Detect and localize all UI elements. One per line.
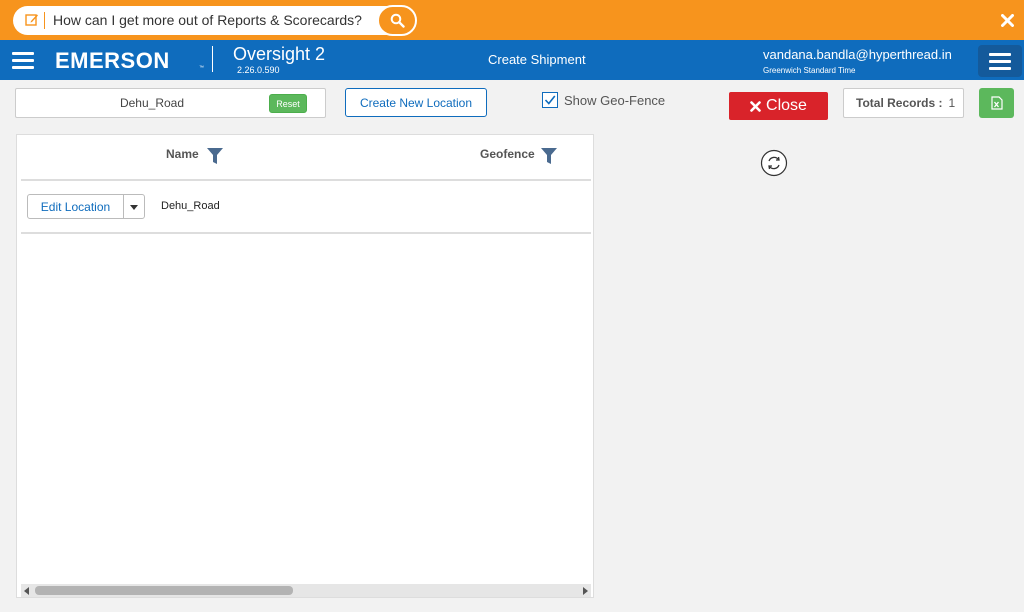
close-icon[interactable] — [1001, 14, 1014, 27]
total-records: Total Records : 1 — [843, 88, 964, 118]
refresh-icon[interactable] — [760, 149, 788, 177]
close-button-label: Close — [766, 97, 807, 114]
location-search-input[interactable]: Dehu_Road Reset — [15, 88, 326, 118]
column-header-name[interactable]: Name — [166, 147, 199, 161]
close-x-icon — [750, 100, 761, 112]
edit-location-label: Edit Location — [40, 200, 111, 214]
help-question[interactable]: How can I get more out of Reports & Scor… — [53, 12, 362, 28]
user-timezone: Greenwich Standard Time — [763, 66, 856, 75]
help-bar: How can I get more out of Reports & Scor… — [0, 0, 1024, 40]
help-separator — [44, 12, 45, 29]
search-icon — [390, 13, 405, 28]
app-version: 2.26.0.590 — [237, 65, 280, 75]
scrollbar-thumb[interactable] — [35, 586, 293, 595]
edit-icon — [25, 14, 38, 26]
show-geofence-checkbox[interactable] — [542, 92, 558, 108]
scroll-left-icon[interactable] — [24, 587, 29, 595]
split-divider — [123, 195, 124, 218]
help-search-button[interactable] — [377, 5, 417, 36]
edit-location-button[interactable]: Edit Location — [27, 194, 145, 219]
row-location-name: Dehu_Road — [161, 200, 220, 212]
help-search-box[interactable]: How can I get more out of Reports & Scor… — [13, 5, 417, 36]
app-header: EMERSON ™ Oversight 2 2.26.0.590 Create … — [0, 40, 1024, 80]
locations-grid: Name Geofence Edit Location Dehu_Road — [16, 134, 594, 598]
brand-logo: EMERSON — [55, 48, 170, 73]
export-excel-button[interactable] — [979, 88, 1014, 118]
filter-icon[interactable] — [207, 148, 223, 164]
header-divider — [212, 46, 213, 72]
user-email: vandana.bandla@hyperthread.in — [763, 47, 952, 62]
total-records-count: 1 — [948, 96, 956, 110]
page-title: Create Shipment — [488, 52, 586, 67]
reset-button[interactable]: Reset — [269, 94, 307, 113]
row-divider-line — [21, 232, 591, 234]
checkmark-icon — [544, 95, 556, 105]
app-name: Oversight 2 — [233, 44, 326, 64]
main-menu-icon[interactable] — [12, 52, 34, 69]
chevron-down-icon[interactable] — [130, 205, 138, 210]
column-header-geofence[interactable]: Geofence — [480, 147, 535, 161]
filter-icon[interactable] — [541, 148, 557, 164]
show-geofence-label[interactable]: Show Geo-Fence — [564, 93, 665, 108]
close-button[interactable]: Close — [729, 92, 828, 120]
create-new-location-button[interactable]: Create New Location — [345, 88, 487, 117]
logo-trademark: ™ — [199, 65, 204, 71]
user-menu-button[interactable] — [978, 45, 1022, 77]
horizontal-scrollbar[interactable] — [21, 584, 591, 597]
excel-icon — [990, 96, 1003, 110]
scroll-right-icon[interactable] — [583, 587, 588, 595]
menu-icon — [989, 53, 1011, 70]
header-divider-line — [21, 179, 591, 181]
total-records-label: Total Records : — [856, 96, 943, 110]
